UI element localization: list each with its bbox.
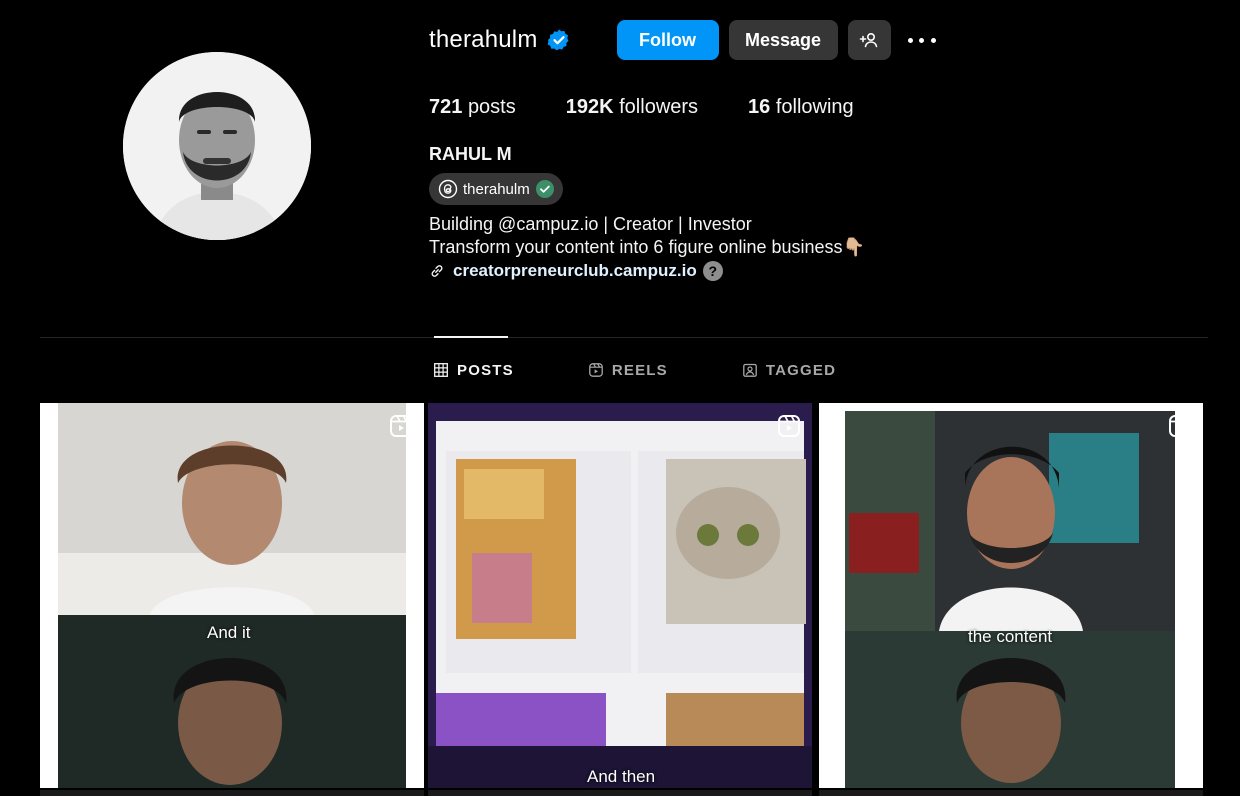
posts-stat: 721 posts	[429, 96, 516, 119]
next-row-thumbnail[interactable]	[819, 790, 1203, 796]
check-circle-icon	[535, 180, 554, 198]
followers-stat[interactable]: 192K followers	[566, 96, 698, 119]
more-dot-icon	[930, 37, 936, 43]
profile-full-name: RAHUL M	[429, 144, 512, 164]
username: therahulm	[429, 26, 538, 53]
followers-count: 192K	[565, 96, 614, 118]
posts-count: 721	[429, 96, 463, 118]
more-options-button[interactable]	[907, 20, 936, 60]
bio-line: Building @campuz.io | Creator | Investor	[429, 214, 752, 234]
profile-header: therahulm Follow Message	[429, 20, 936, 60]
grid-icon	[434, 363, 448, 377]
profile-page: therahulm Follow Message 721 posts 192K	[0, 0, 1240, 796]
reel-icon	[778, 415, 800, 437]
followers-label: followers	[619, 96, 699, 118]
post-image	[428, 403, 812, 788]
next-row-thumbnail[interactable]	[40, 790, 424, 796]
link-info-badge[interactable]: ?	[702, 261, 723, 281]
following-label: following	[775, 96, 854, 118]
external-link[interactable]: creatorpreneurclub.campuz.io	[453, 261, 697, 281]
reels-icon	[589, 363, 603, 377]
external-link-row: creatorpreneurclub.campuz.io ?	[429, 260, 723, 282]
post-thumbnail[interactable]: And then	[428, 403, 812, 788]
bio-line: Transform your content into 6 figure onl…	[429, 237, 865, 257]
tab-label: TAGGED	[765, 361, 837, 379]
next-row-thumbnail[interactable]	[428, 790, 812, 796]
section-divider	[40, 337, 1208, 338]
more-dot-icon	[919, 37, 925, 43]
post-thumbnail[interactable]: the content	[819, 403, 1203, 788]
profile-tabs: POSTS REELS TAGGED	[434, 360, 836, 380]
profile-avatar[interactable]	[123, 52, 311, 240]
tab-label: POSTS	[457, 361, 514, 379]
threads-link-pill[interactable]: therahulm	[429, 173, 563, 205]
threads-handle: therahulm	[463, 180, 530, 198]
tab-posts[interactable]: POSTS	[434, 360, 514, 380]
active-tab-indicator	[434, 336, 508, 338]
post-caption: And then	[587, 767, 656, 786]
add-person-icon	[859, 32, 878, 48]
threads-icon	[438, 179, 458, 199]
more-dot-icon	[907, 37, 913, 43]
follow-button[interactable]: Follow	[616, 20, 719, 60]
post-caption: And it	[207, 623, 251, 642]
message-button[interactable]: Message	[728, 20, 838, 60]
profile-bio: Building @campuz.io | Creator | Investor…	[429, 213, 865, 259]
tagged-icon	[743, 363, 757, 377]
following-count: 16	[748, 96, 771, 118]
post-image	[40, 403, 424, 788]
following-stat[interactable]: 16 following	[748, 96, 854, 119]
posts-label: posts	[467, 96, 516, 118]
suggested-users-button[interactable]	[847, 20, 891, 60]
reel-icon	[390, 415, 412, 437]
link-icon	[431, 265, 443, 277]
tab-label: REELS	[611, 361, 668, 379]
profile-stats: 721 posts 192K followers 16 following	[429, 96, 904, 119]
post-thumbnail[interactable]: And it	[40, 403, 424, 788]
tab-reels[interactable]: REELS	[589, 360, 668, 380]
post-caption: the content	[968, 627, 1053, 646]
post-image	[819, 403, 1203, 788]
avatar-portrait	[123, 52, 311, 240]
verified-badge-icon	[547, 29, 569, 51]
reel-icon	[1169, 415, 1191, 437]
tab-tagged[interactable]: TAGGED	[743, 360, 836, 380]
